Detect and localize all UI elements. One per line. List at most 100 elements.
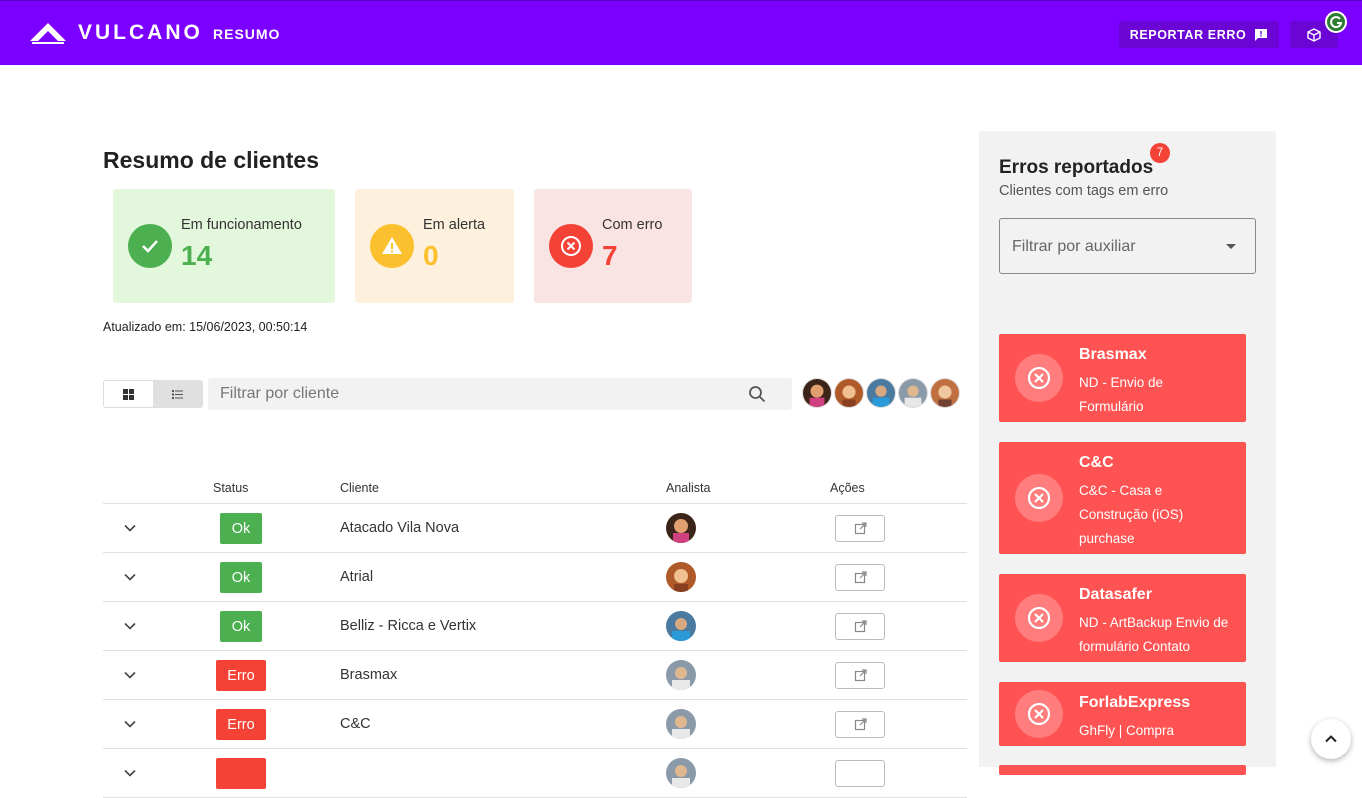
error-card[interactable]: Brasmax ND - Envio de Formulário bbox=[999, 334, 1246, 422]
open-client-button[interactable] bbox=[835, 515, 885, 542]
error-tag-desc: GhFly | Compra bbox=[1079, 723, 1175, 738]
header-actions: Ações bbox=[830, 481, 865, 495]
chevron-down-icon[interactable] bbox=[122, 765, 138, 781]
analyst-avatar bbox=[666, 709, 696, 739]
client-name: C&C bbox=[340, 716, 371, 732]
check-icon bbox=[128, 224, 172, 268]
feedback-icon bbox=[1255, 28, 1268, 41]
status-card-error[interactable]: Com erro 7 bbox=[534, 189, 692, 303]
analyst-avatar bbox=[666, 660, 696, 690]
client-name: Atacado Vila Nova bbox=[340, 520, 460, 536]
client-name: Atrial bbox=[340, 569, 374, 585]
analyst-avatar[interactable] bbox=[866, 378, 896, 408]
open-client-button[interactable] bbox=[835, 711, 885, 738]
client-search-box bbox=[208, 378, 792, 410]
table-row: Ok Atrial bbox=[103, 553, 967, 602]
auxiliary-filter-placeholder: Filtrar por auxiliar bbox=[1012, 238, 1136, 255]
open-in-new-icon bbox=[854, 571, 867, 584]
status-card-alert[interactable]: Em alerta 0 bbox=[355, 189, 514, 303]
nav-resumo-link[interactable]: RESUMO bbox=[213, 26, 280, 42]
error-client-name: ForlabExpress bbox=[1079, 694, 1191, 711]
analyst-filter-avatars bbox=[802, 378, 960, 408]
error-circle-icon bbox=[1015, 474, 1063, 522]
g-icon bbox=[1330, 16, 1343, 29]
error-count-badge: 7 bbox=[1150, 143, 1170, 163]
error-client-name: C&C bbox=[1079, 454, 1114, 471]
analyst-avatar[interactable] bbox=[834, 378, 864, 408]
grammarly-badge[interactable] bbox=[1325, 11, 1347, 33]
error-count: 7 bbox=[602, 240, 618, 271]
client-search-input[interactable] bbox=[220, 378, 740, 410]
analyst-avatar[interactable] bbox=[930, 378, 960, 408]
open-in-new-icon bbox=[854, 620, 867, 633]
reported-errors-panel: Erros reportados 7 Clientes com tags em … bbox=[979, 131, 1276, 775]
status-badge: Erro bbox=[216, 709, 266, 740]
status-card-ok[interactable]: Em funcionamento 14 bbox=[113, 189, 335, 303]
chevron-down-icon[interactable] bbox=[122, 520, 138, 536]
table-row: Ok Belliz - Ricca e Vertix bbox=[103, 602, 967, 651]
error-tag-desc: C&C - Casa e Construção (iOS) purchase bbox=[1079, 483, 1184, 546]
view-toggle bbox=[103, 380, 203, 408]
chevron-up-icon bbox=[1325, 735, 1337, 743]
search-icon[interactable] bbox=[748, 385, 766, 403]
error-label: Com erro bbox=[602, 217, 663, 233]
open-in-new-icon bbox=[854, 669, 867, 682]
client-name: Belliz - Ricca e Vertix bbox=[340, 618, 477, 634]
alert-count: 0 bbox=[423, 240, 439, 271]
header-status: Status bbox=[213, 481, 249, 495]
open-client-button[interactable] bbox=[835, 760, 885, 787]
error-circle-icon bbox=[1015, 690, 1063, 738]
header-analyst: Analista bbox=[666, 481, 711, 495]
client-name: Brasmax bbox=[340, 667, 398, 683]
error-card[interactable]: Datasafer ND - ArtBackup Envio de formul… bbox=[999, 574, 1246, 662]
table-row bbox=[103, 749, 967, 798]
open-in-new-icon bbox=[854, 522, 867, 535]
auxiliary-filter-select[interactable]: Filtrar por auxiliar bbox=[999, 218, 1256, 274]
error-circle-icon bbox=[549, 224, 593, 268]
status-badge: Erro bbox=[216, 660, 266, 691]
list-view-button[interactable] bbox=[153, 381, 202, 407]
open-client-button[interactable] bbox=[835, 613, 885, 640]
panel-title: Erros reportados bbox=[999, 157, 1154, 178]
status-badge bbox=[216, 758, 266, 789]
table-row: Ok Atacado Vila Nova bbox=[103, 504, 967, 553]
ok-count: 14 bbox=[181, 240, 213, 271]
analyst-avatar bbox=[666, 611, 696, 641]
error-tag-desc: ND - ArtBackup Envio de formulário Conta… bbox=[1079, 615, 1229, 654]
error-card[interactable]: ForlabExpress GhFly | Compra bbox=[999, 682, 1246, 746]
cube-icon bbox=[1307, 27, 1321, 42]
warning-icon bbox=[370, 224, 414, 268]
error-card[interactable]: C&C C&C - Casa e Construção (iOS) purcha… bbox=[999, 442, 1246, 554]
error-circle-icon bbox=[1015, 594, 1063, 642]
header-client: Cliente bbox=[340, 481, 379, 495]
chevron-down-icon[interactable] bbox=[122, 618, 138, 634]
open-in-new-icon bbox=[854, 718, 867, 731]
analyst-avatar[interactable] bbox=[802, 378, 832, 408]
analyst-avatar bbox=[666, 513, 696, 543]
analyst-avatar[interactable] bbox=[898, 378, 928, 408]
scroll-to-top-button[interactable] bbox=[1311, 719, 1351, 759]
top-app-bar: VULCANO RESUMO REPORTAR ERRO bbox=[0, 0, 1362, 65]
status-badge: Ok bbox=[220, 513, 262, 544]
list-icon bbox=[172, 389, 183, 399]
dropdown-arrow-icon bbox=[1226, 244, 1236, 249]
error-client-name: Brasmax bbox=[1079, 346, 1147, 363]
report-error-button[interactable]: REPORTAR ERRO bbox=[1119, 21, 1279, 48]
updated-timestamp: Atualizado em: 15/06/2023, 00:50:14 bbox=[103, 320, 308, 334]
table-row: Erro C&C bbox=[103, 700, 967, 749]
chevron-down-icon[interactable] bbox=[122, 716, 138, 732]
chevron-down-icon[interactable] bbox=[122, 667, 138, 683]
clients-table: Status Cliente Analista Ações Ok Atacado… bbox=[103, 478, 967, 798]
grid-view-button[interactable] bbox=[104, 381, 153, 407]
status-badge: Ok bbox=[220, 562, 262, 593]
report-error-label: REPORTAR ERRO bbox=[1129, 27, 1247, 42]
table-header: Status Cliente Analista Ações bbox=[103, 478, 967, 504]
open-client-button[interactable] bbox=[835, 662, 885, 689]
chevron-down-icon[interactable] bbox=[122, 569, 138, 585]
analyst-avatar bbox=[666, 758, 696, 788]
error-tag-desc: ND - Envio de Formulário bbox=[1079, 375, 1164, 414]
vulcano-logo[interactable]: VULCANO bbox=[28, 21, 203, 45]
ok-label: Em funcionamento bbox=[181, 217, 302, 233]
vulcano-logo-icon bbox=[30, 23, 66, 44]
open-client-button[interactable] bbox=[835, 564, 885, 591]
